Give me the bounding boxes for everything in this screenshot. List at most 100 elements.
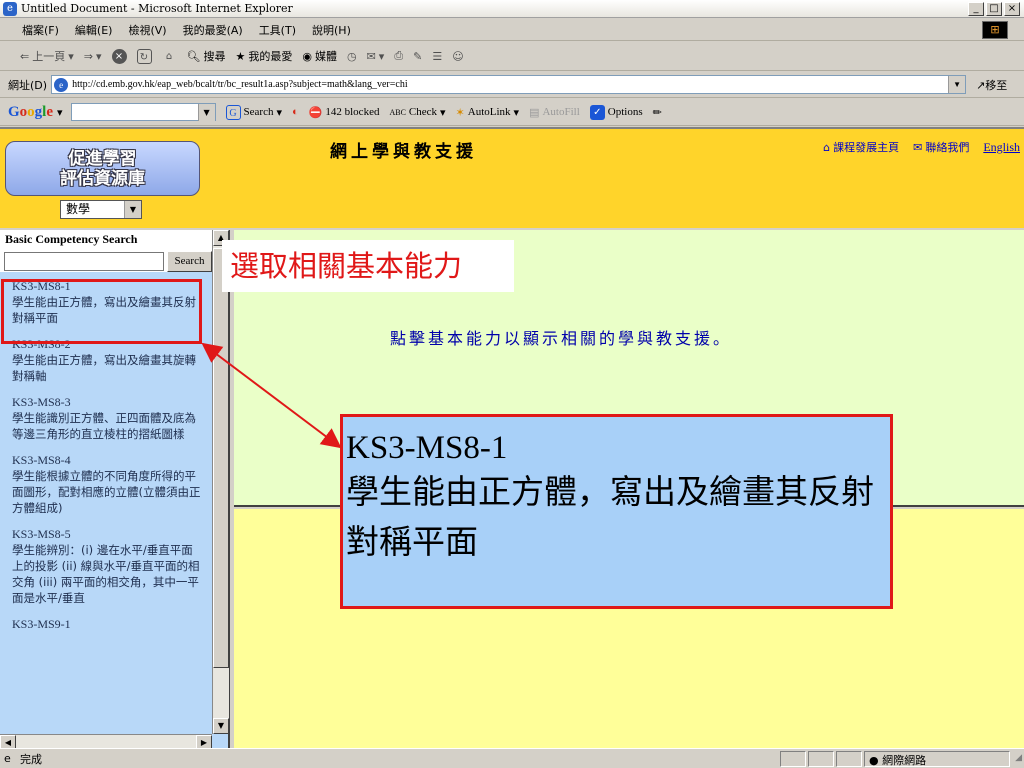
refresh-button[interactable]: ↻ [136,48,152,64]
refresh-icon: ↻ [136,48,152,64]
selected-item-highlight [1,279,202,344]
address-dropdown-icon[interactable]: ▼ [948,76,966,93]
popup-blocker-button[interactable]: ⛔ 142 blocked [309,106,380,119]
callout-text: 學生能由正方體，寫出及繪畫其反射對稱平面 [346,472,874,561]
messenger-button[interactable]: ☺ [452,50,463,63]
competency-item-ks3-ms8-5[interactable]: KS3-MS8-5 學生能辨別：(i) 邊在水平/垂直平面上的投影 (ii) 線與… [0,522,210,612]
subject-dropdown-icon[interactable]: ▼ [124,201,141,218]
pencil-icon: ✏ [652,106,662,119]
ie-icon: e [3,1,17,16]
sidebar-search: Search [0,250,228,272]
go-arrow-icon: ↗ [976,78,986,92]
competency-search-input[interactable] [4,251,164,271]
menu-file[interactable]: 檔案(F) [22,22,59,38]
google-dropdown-icon[interactable]: ▼ [197,104,215,121]
competency-item-ks3-ms8-4[interactable]: KS3-MS8-4 學生能根據立體的不同角度所得的平面圖形，配對相應的立體(立體須… [0,448,210,522]
messenger-icon: ☺ [452,49,464,63]
callout-title: 選取相關基本能力 [222,240,514,292]
home-button[interactable]: ⌂ [162,49,177,64]
discuss-button[interactable]: ☰ [432,50,442,63]
google-search-button[interactable]: G Search ▾ [225,104,282,120]
address-input[interactable]: e http://cd.emb.gov.hk/eap_web/bcalt/tr/… [51,75,967,94]
callout-code: KS3-MS8-1 [346,430,508,466]
globe-icon: ● [869,754,879,767]
status-bar: e 完成 ● 網際網路 ◢ [0,748,1024,768]
options-icon: ✓ [589,104,605,120]
autofill-button[interactable]: ▤ AutoFill [529,106,580,119]
spellcheck-icon: ABC [389,107,406,117]
stop-icon: × [111,48,127,64]
competency-item-ks3-ms9-1[interactable]: KS3-MS9-1 [0,612,210,638]
google-search-input[interactable]: ▼ [70,103,216,121]
search-button[interactable]: 🔍︎ 搜尋 [187,48,226,64]
home-icon: ⌂ [165,50,173,62]
status-zone: ● 網際網路 [864,751,1010,767]
english-link[interactable]: English [983,139,1020,155]
page-title: 網上學與教支援 [330,142,477,162]
highlight-button[interactable]: ✏ [653,106,662,119]
edit-button[interactable]: ✎ [413,50,422,63]
mail-icon: ✉ [366,49,376,63]
google-g-icon: G [225,104,241,120]
forward-arrow-icon: ⇒ [83,49,93,63]
scroll-down-icon[interactable]: ▼ [213,718,229,734]
window-title: Untitled Document - Microsoft Internet E… [21,2,293,15]
media-button[interactable]: ◉ 媒體 [302,48,337,64]
autofill-icon: ▤ [529,106,540,119]
back-button[interactable]: ⇐ 上一頁 ▾ [20,48,74,64]
print-icon: ⎙ [394,49,404,62]
menu-bar: 檔案(F) 編輯(E) 檢視(V) 我的最愛(A) 工具(T) 說明(H) ⊞ [0,19,1024,41]
header-links: ⌂ 課程發展主頁 ✉ 聯絡我們 English [823,139,1020,155]
pagerank-icon: ◐ [292,106,299,118]
status-cell-1 [780,751,806,767]
instruction-text: 點擊基本能力以顯示相關的學與教支援。 [390,329,733,348]
status-text: 完成 [20,752,42,766]
home-link[interactable]: ⌂ 課程發展主頁 [823,139,899,155]
subject-value: 數學 [66,202,91,216]
pagerank-button[interactable]: ◐ [292,106,299,118]
mail-button[interactable]: ✉ ▾ [367,50,385,63]
back-arrow-icon: ⇐ [20,49,30,63]
scroll-thumb[interactable] [213,248,229,668]
favorites-button[interactable]: ★ 我的最愛 [235,48,292,64]
competency-item-ks3-ms8-3[interactable]: KS3-MS8-3 學生能識別正方體、正四面體及底為等邊三角形的直立棱柱的摺紙圖樣 [0,390,210,448]
search-icon: 🔍︎ [186,49,201,63]
menu-edit[interactable]: 編輯(E) [75,22,113,38]
google-menu-icon[interactable]: ▾ [57,106,63,119]
minimize-button[interactable]: _ [968,2,984,16]
edit-icon: ✎ [413,49,423,63]
logo-line1: 促進學習 [68,148,137,169]
options-button[interactable]: ✓ Options [589,104,643,120]
sidebar-heading: Basic Competency Search [0,230,228,250]
contact-link[interactable]: ✉ 聯絡我們 [913,139,969,155]
site-header: 促進學習 評估資源庫 數學 ▼ 網上學與教支援 ⌂ 課程發展主頁 ✉ 聯絡我們 En… [0,129,1024,228]
selected-competency-callout: KS3-MS8-1 學生能由正方體，寫出及繪畫其反射對稱平面 [340,414,893,609]
subject-select[interactable]: 數學 ▼ [60,200,142,219]
sidebar-vertical-scrollbar[interactable]: ▲ ▼ [212,230,229,734]
history-icon: ◷ [346,49,357,63]
stop-button[interactable]: × [111,48,127,64]
favorites-icon: ★ [235,49,246,63]
go-button[interactable]: ↗移至 [976,77,1007,93]
site-logo[interactable]: 促進學習 評估資源庫 [5,141,200,196]
status-cell-2 [808,751,834,767]
history-button[interactable]: ◷ [347,50,357,63]
menu-help[interactable]: 說明(H) [312,22,351,38]
envelope-icon: ✉ [913,140,923,154]
competency-search-button[interactable]: Search [167,250,212,272]
windows-logo-icon: ⊞ [982,21,1008,39]
print-button[interactable]: ⎙ [394,49,403,63]
maximize-button[interactable]: □ [986,2,1002,16]
forward-button[interactable]: ⇒ ▾ [84,50,102,63]
autolink-button[interactable]: ✶ AutoLink ▾ [456,106,520,119]
google-logo[interactable]: Google [8,104,53,121]
page-icon: e [54,77,69,92]
spellcheck-button[interactable]: ABC Check ▾ [389,106,445,119]
menu-favorites[interactable]: 我的最愛(A) [183,22,243,38]
menu-view[interactable]: 檢視(V) [128,22,166,38]
resize-grip-icon[interactable]: ◢ [1015,753,1022,763]
menu-tools[interactable]: 工具(T) [259,22,296,38]
close-button[interactable]: × [1004,2,1020,16]
address-label: 網址(D) [8,78,48,92]
discuss-icon: ☰ [432,49,443,63]
